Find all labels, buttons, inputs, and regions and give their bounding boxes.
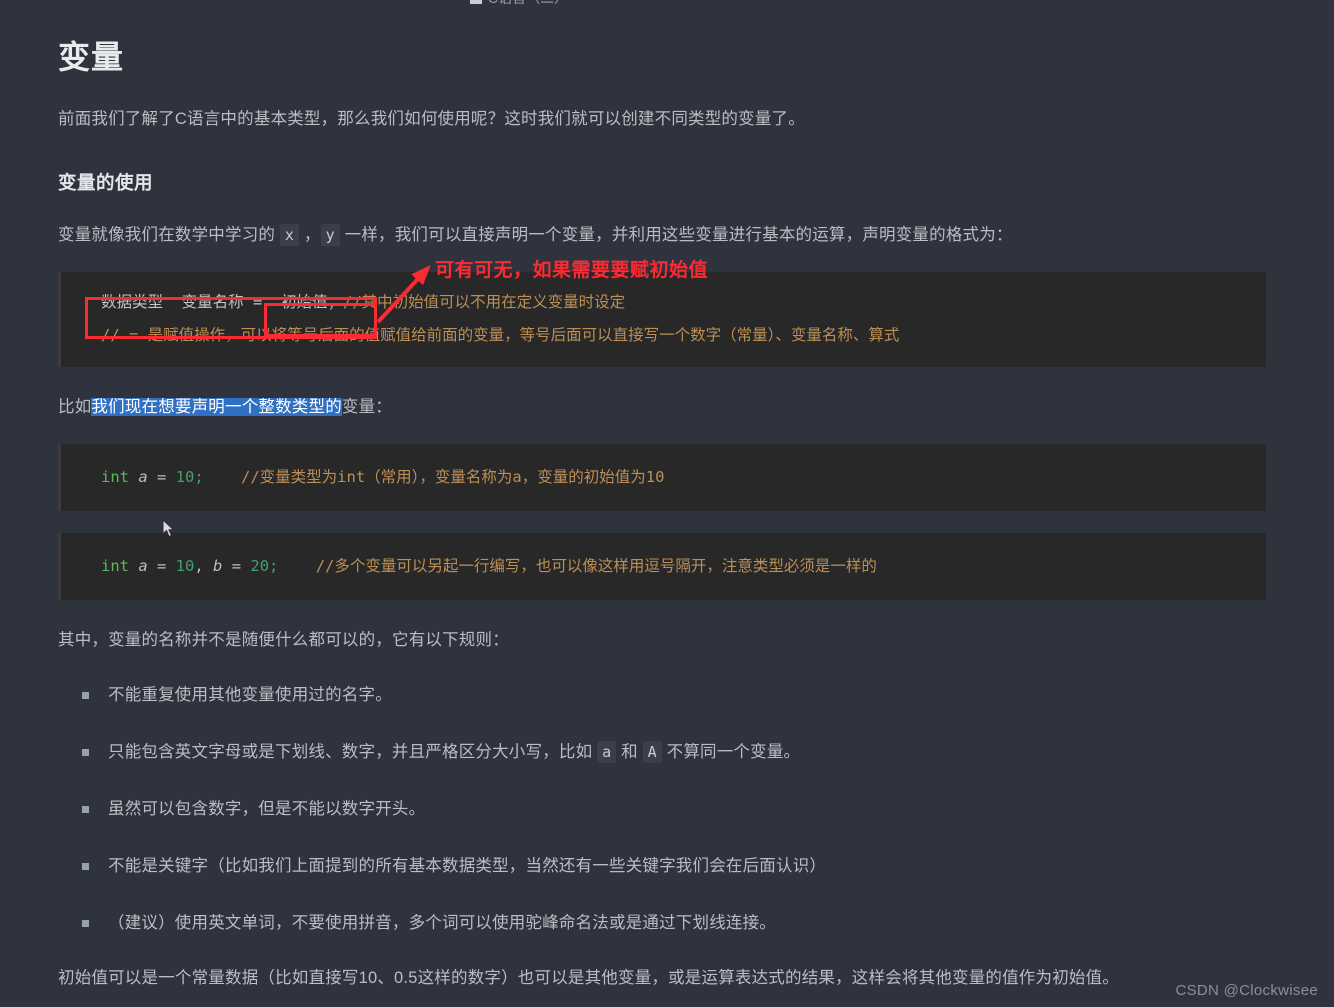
syntax-line-1: 数据类型 变量名称 = 初始值；//其中初始值可以不用在定义变量时设定	[61, 286, 1266, 319]
list-item: 不能是关键字（比如我们上面提到的所有基本数据类型，当然还有一些关键字我们会在后面…	[82, 852, 1278, 881]
closing-paragraph: 初始值可以是一个常量数据（比如直接写10、0.5这样的数字）也可以是其他变量，或…	[58, 968, 1119, 987]
inline-code-lowercase-a: a	[597, 741, 617, 764]
breadcrumb[interactable]: C语言（二）	[470, 0, 568, 8]
code2-number-1: 10	[175, 557, 195, 576]
watermark: CSDN @Clockwisee	[1175, 982, 1318, 999]
code2-comment: //多个变量可以另起一行编写，也可以像这样用逗号隔开，注意类型必须是一样的	[278, 557, 877, 576]
usage-text-mid: ，	[299, 226, 321, 245]
code1-number: 10	[175, 468, 195, 487]
code-line: int a = 10, b = 20; //多个变量可以另起一行编写，也可以像这…	[61, 551, 1266, 582]
rule-text: （建议）使用英文单词，不要使用拼音，多个词可以使用驼峰命名法或是通过下划线连接。	[108, 913, 776, 932]
rule-text: 虽然可以包含数字，但是不能以数字开头。	[108, 799, 426, 818]
intro-paragraph: 前面我们了解了C语言中的基本类型，那么我们如何使用呢？这时我们就可以创建不同类型…	[58, 109, 805, 128]
rule-text: 不能是关键字（比如我们上面提到的所有基本数据类型，当然还有一些关键字我们会在后面…	[108, 856, 827, 875]
syntax-line-2: // = 是赋值操作，可以将等号后面的值赋值给前面的变量，等号后面可以直接写一个…	[61, 319, 1266, 352]
code2-comma: ,	[194, 557, 214, 576]
syntax-statement: 数据类型 变量名称 = 初始值；	[101, 293, 343, 312]
list-item: 虽然可以包含数字，但是不能以数字开头。	[82, 795, 1278, 824]
code1-comment: //变量类型为int（常用），变量名称为a，变量的初始值为10	[203, 468, 665, 487]
usage-paragraph: 变量就像我们在数学中学习的 x ， y 一样，我们可以直接声明一个变量，并利用这些…	[58, 221, 1278, 250]
mouse-cursor-icon	[162, 519, 175, 538]
article-body: 变量 前面我们了解了C语言中的基本类型，那么我们如何使用呢？这时我们就可以创建不…	[0, 9, 1334, 1007]
inline-code-uppercase-a: A	[642, 741, 662, 764]
code1-keyword: int	[101, 468, 129, 487]
syntax-comment-2: // = 是赋值操作，可以将等号后面的值赋值给前面的变量，等号后面可以直接写一个…	[101, 325, 900, 344]
code1-variable: a	[129, 468, 157, 487]
rules-list: 不能重复使用其他变量使用过的名字。 只能包含英文字母或是下划线、数字，并且严格区…	[58, 681, 1278, 937]
bullet-icon	[82, 805, 89, 813]
rule-text-after: 不算同一个变量。	[661, 743, 801, 762]
code2-number-2: 20	[250, 557, 270, 576]
section-heading-usage: 变量的使用	[58, 172, 154, 194]
code2-semicolon: ;	[269, 557, 279, 576]
code1-semicolon: ;	[194, 468, 204, 487]
code-line: int a = 10; //变量类型为int（常用），变量名称为a，变量的初始值…	[61, 462, 1266, 493]
page-title: 变量	[58, 39, 125, 75]
list-item: 不能重复使用其他变量使用过的名字。	[82, 681, 1278, 710]
code2-variable-a: a	[129, 557, 157, 576]
bullet-icon	[82, 919, 89, 927]
example-paragraph: 比如我们现在想要声明一个整数类型的变量：	[58, 393, 1278, 422]
rule-text-mid: 和	[616, 743, 643, 762]
code2-operator-1: =	[157, 557, 176, 576]
code2-keyword: int	[101, 557, 129, 576]
breadcrumb-strip: C语言（二）	[0, 0, 1334, 9]
usage-text-before: 变量就像我们在数学中学习的	[58, 226, 280, 245]
code-block-1: int a = 10; //变量类型为int（常用），变量名称为a，变量的初始值…	[58, 444, 1266, 512]
list-item: 只能包含英文字母或是下划线、数字，并且严格区分大小写，比如 a 和 A 不算同一…	[82, 738, 1278, 767]
bullet-icon	[82, 862, 89, 870]
rule-text: 不能重复使用其他变量使用过的名字。	[108, 686, 392, 705]
folder-icon	[470, 0, 482, 4]
breadcrumb-label: C语言（二）	[488, 0, 568, 6]
bullet-icon	[82, 692, 89, 700]
syntax-comment-1: //其中初始值可以不用在定义变量时设定	[343, 293, 626, 312]
example-text-after: 变量：	[341, 398, 393, 417]
usage-text-after: 一样，我们可以直接声明一个变量，并利用这些变量进行基本的运算，声明变量的格式为：	[339, 226, 1013, 245]
selected-text: 我们现在想要声明一个整数类型的	[91, 398, 342, 417]
code2-operator-2: =	[231, 557, 251, 576]
rule-text-before: 只能包含英文字母或是下划线、数字，并且严格区分大小写，比如	[108, 743, 598, 762]
code-block-2: int a = 10, b = 20; //多个变量可以另起一行编写，也可以像这…	[58, 533, 1266, 601]
example-text-before: 比如	[58, 398, 92, 417]
inline-code-y: y	[320, 224, 340, 247]
code1-operator: =	[157, 468, 176, 487]
bullet-icon	[82, 749, 89, 757]
inline-code-x: x	[279, 224, 300, 247]
list-item: （建议）使用英文单词，不要使用拼音，多个词可以使用驼峰命名法或是通过下划线连接。	[82, 909, 1278, 938]
syntax-code-block: 数据类型 变量名称 = 初始值；//其中初始值可以不用在定义变量时设定 // = …	[58, 272, 1266, 368]
code2-variable-b: b	[213, 557, 232, 576]
rules-intro-paragraph: 其中，变量的名称并不是随便什么都可以的，它有以下规则：	[58, 631, 509, 650]
